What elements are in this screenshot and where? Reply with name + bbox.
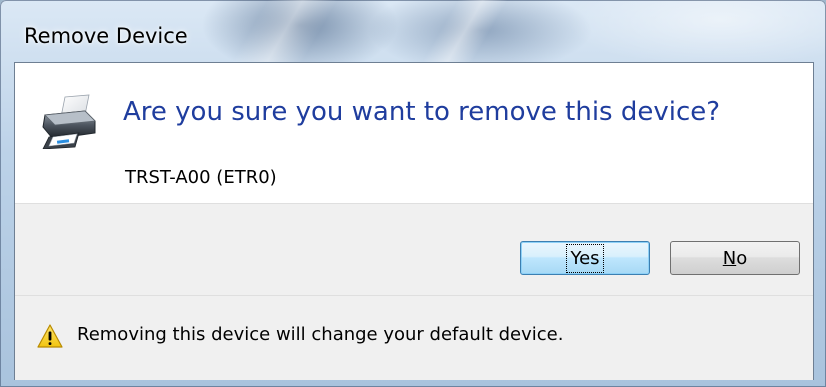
warning-icon	[37, 324, 63, 348]
no-button-label-rest: o	[736, 247, 748, 269]
printer-icon	[42, 94, 96, 149]
no-button-mnemonic: N	[722, 247, 737, 269]
glass-reflection	[422, 0, 508, 62]
window-title: Remove Device	[24, 24, 188, 48]
yes-button[interactable]: Yes	[520, 241, 650, 275]
dialog-client-area: Are you sure you want to remove this dev…	[14, 62, 814, 380]
dialog-footer: Removing this device will change your de…	[15, 295, 813, 380]
button-bar: Yes No	[15, 203, 813, 295]
no-button[interactable]: No	[670, 241, 800, 275]
footer-message: Removing this device will change your de…	[77, 324, 564, 345]
yes-button-label: Yes	[566, 243, 604, 273]
glass-reflection	[232, 0, 338, 62]
device-name: TRST-A00 (ETR0)	[125, 167, 277, 188]
dialog-window: Remove Device Are you sure you want to r…	[0, 0, 826, 387]
confirmation-question: Are you sure you want to remove this dev…	[123, 97, 721, 127]
